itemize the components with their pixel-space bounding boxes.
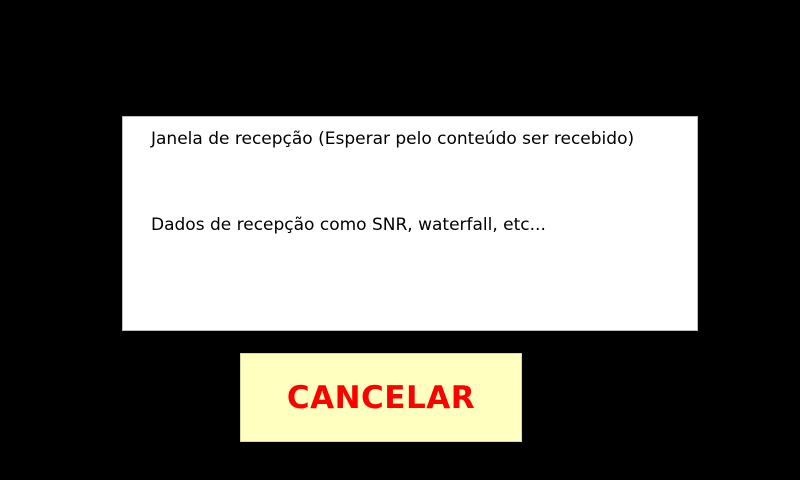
reception-window-text: Janela de recepção (Esperar pelo conteúd…: [151, 129, 635, 149]
cancel-button[interactable]: CANCELAR: [240, 353, 522, 442]
reception-data-text: Dados de recepção como SNR, waterfall, e…: [151, 215, 546, 235]
reception-screen: Janela de recepção (Esperar pelo conteúd…: [0, 0, 800, 480]
reception-panel: Janela de recepção (Esperar pelo conteúd…: [122, 116, 698, 331]
cancel-button-label: CANCELAR: [286, 379, 476, 416]
